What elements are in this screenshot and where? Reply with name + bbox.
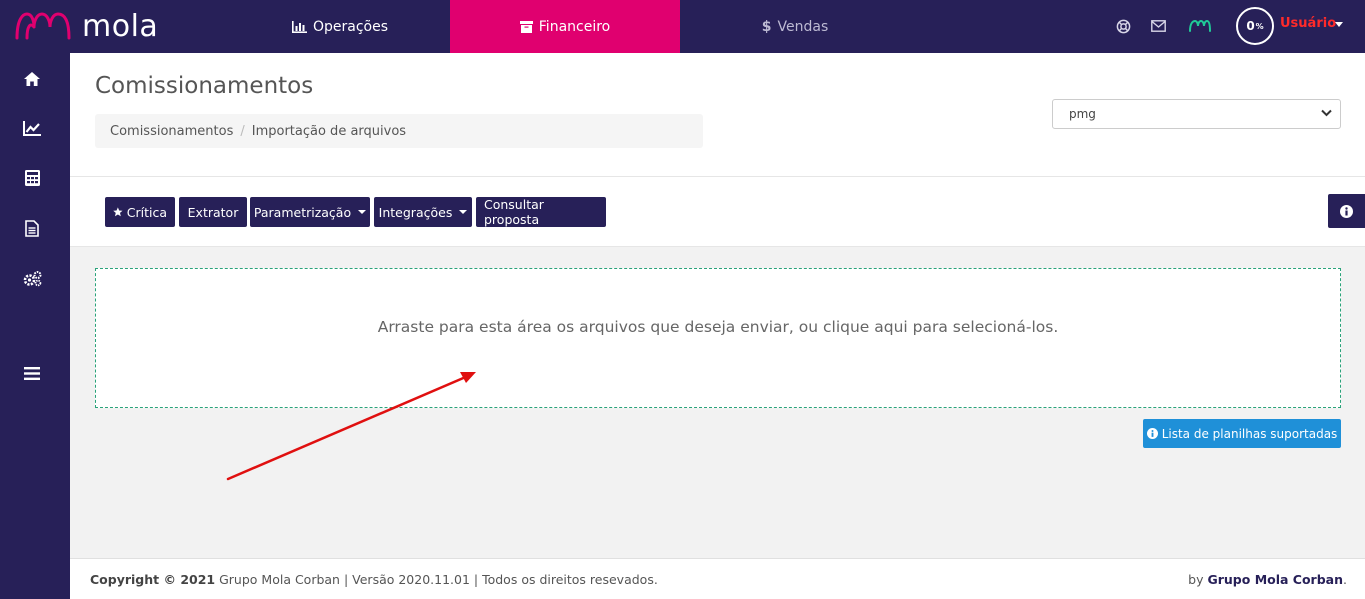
footer-by-label: by xyxy=(1188,571,1204,587)
footer-by: by Grupo Mola Corban. xyxy=(1188,572,1347,587)
copyright-label: Copyright © 2021 xyxy=(90,571,216,587)
page-footer: Copyright © 2021 Grupo Mola Corban | Ver… xyxy=(70,558,1365,599)
breadcrumb-item-comissionamentos[interactable]: Comissionamentos xyxy=(110,124,233,139)
chevron-down-icon xyxy=(1321,109,1332,117)
dollar-icon: $ xyxy=(761,18,772,35)
tab-financeiro-label: Financeiro xyxy=(538,18,611,35)
parametrizacao-dropdown[interactable]: Parametrização xyxy=(250,197,370,227)
integracoes-dropdown[interactable]: Integrações xyxy=(374,197,472,227)
breadcrumb: Comissionamentos / Importação de arquivo… xyxy=(95,114,703,148)
progress-value: 0 xyxy=(1246,19,1255,33)
mail-icon[interactable] xyxy=(1148,16,1168,36)
home-icon[interactable] xyxy=(22,69,42,89)
progress-unit: % xyxy=(1255,21,1264,31)
tab-operacoes-label: Operações xyxy=(312,18,389,35)
support-icon[interactable] xyxy=(1113,16,1133,36)
mola-logo[interactable]: mola xyxy=(14,8,158,44)
page-title: Comissionamentos xyxy=(95,73,314,99)
tab-financeiro[interactable]: Financeiro xyxy=(450,0,680,53)
mola-app-icon[interactable] xyxy=(1188,16,1212,36)
sidebar xyxy=(0,53,70,599)
critica-button-label: Crítica xyxy=(126,204,167,220)
menu-hamburger-icon[interactable] xyxy=(22,363,42,383)
breadcrumb-item-current: Importação de arquivos xyxy=(251,123,407,139)
supported-spreadsheets-button[interactable]: Lista de planilhas suportadas xyxy=(1143,419,1341,448)
footer-company: Grupo Mola Corban xyxy=(219,571,340,587)
mola-logo-icon xyxy=(15,12,71,40)
info-icon xyxy=(1146,428,1158,439)
integracoes-label: Integrações xyxy=(378,204,453,220)
dropzone-message: Arraste para esta área os arquivos que d… xyxy=(377,318,1059,336)
page-header: Comissionamentos Comissionamentos / Impo… xyxy=(70,53,1365,177)
file-dropzone[interactable]: Arraste para esta área os arquivos que d… xyxy=(95,268,1341,408)
consultar-proposta-label: Consultar proposta xyxy=(484,197,544,227)
consultar-proposta-button[interactable]: Consultar proposta xyxy=(476,197,606,227)
progress-indicator[interactable]: 0% xyxy=(1236,7,1274,45)
footer-copyright: Copyright © 2021 Grupo Mola Corban | Ver… xyxy=(90,572,658,587)
company-select[interactable]: pmg xyxy=(1052,99,1341,129)
breadcrumb-separator: / xyxy=(240,123,245,139)
tab-vendas[interactable]: $ Vendas xyxy=(680,0,910,53)
caret-down-icon xyxy=(459,210,468,214)
footer-by-suffix: . xyxy=(1343,571,1347,587)
archive-icon xyxy=(519,20,533,33)
extrator-button-label: Extrator xyxy=(187,204,239,220)
document-icon[interactable] xyxy=(22,218,42,238)
critica-button[interactable]: Crítica xyxy=(105,197,175,227)
user-menu-caret-icon[interactable] xyxy=(1335,22,1343,27)
company-select-value: pmg xyxy=(1069,107,1096,121)
user-name[interactable]: Usuário xyxy=(1280,16,1336,31)
tab-vendas-label: Vendas xyxy=(777,18,829,35)
line-chart-icon[interactable] xyxy=(22,118,42,138)
bar-chart-icon xyxy=(291,20,307,33)
star-icon xyxy=(113,207,123,217)
calculator-icon[interactable] xyxy=(22,168,42,188)
brand-name: mola xyxy=(82,8,159,44)
supported-spreadsheets-label: Lista de planilhas suportadas xyxy=(1161,426,1338,441)
caret-down-icon xyxy=(358,210,367,214)
footer-version: | Versão 2020.11.01 | Todos os direitos … xyxy=(343,571,658,587)
tab-operacoes[interactable]: Operações xyxy=(230,0,450,53)
info-button[interactable] xyxy=(1328,194,1365,228)
parametrizacao-label: Parametrização xyxy=(253,204,352,220)
extrator-button[interactable]: Extrator xyxy=(179,197,247,227)
footer-by-company[interactable]: Grupo Mola Corban xyxy=(1207,572,1343,587)
action-toolbar: Crítica Extrator Parametrização Integraç… xyxy=(70,177,1365,247)
info-icon xyxy=(1340,204,1353,218)
settings-gears-icon[interactable] xyxy=(22,269,42,289)
top-navbar: mola Operações Financeiro $ Vendas 0 % U… xyxy=(0,0,1365,53)
